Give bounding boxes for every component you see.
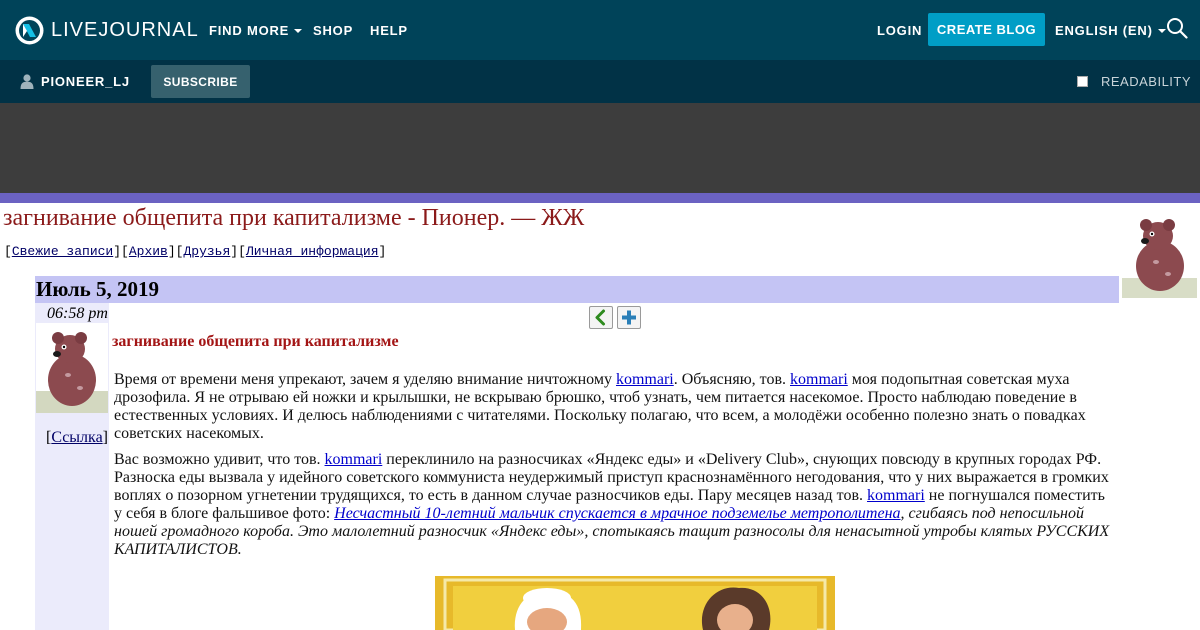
login-link[interactable]: LOGIN <box>877 0 922 60</box>
nav-find-more[interactable]: FIND MORE <box>209 0 303 60</box>
permalink: [Ссылка] <box>46 429 108 446</box>
previous-entry-button[interactable] <box>589 306 613 329</box>
journal-header-stripe <box>0 193 1200 203</box>
user-link-kommari[interactable]: kommari <box>325 451 383 468</box>
nav-help-label: HELP <box>370 22 408 38</box>
nav-link-recent[interactable]: Свежие записи <box>12 244 113 259</box>
post-time: 06:58 pm <box>47 305 108 322</box>
nav-shop[interactable]: SHOP <box>313 0 353 60</box>
journal-navigation: [Свежие записи][Архив][Друзья][Личная ин… <box>4 244 387 259</box>
post-paragraph-1: Время от времени меня упрекают, зачем я … <box>114 371 1116 443</box>
nav-find-more-label: FIND MORE <box>209 22 290 38</box>
post-paragraph-2: Вас возможно удивит, что тов. kommari пе… <box>114 451 1116 559</box>
post-date: Июль 5, 2019 <box>36 277 159 301</box>
text-run: Вас возможно удивит, что тов. <box>114 451 325 468</box>
readability-checkbox[interactable] <box>1077 76 1088 87</box>
user-link-kommari[interactable]: kommari <box>790 371 848 388</box>
permalink-link[interactable]: Ссылка <box>51 429 102 446</box>
nav-help[interactable]: HELP <box>370 0 408 60</box>
nav-link-profile[interactable]: Личная информация <box>246 244 379 259</box>
user-icon <box>20 74 34 89</box>
plus-icon <box>622 310 636 325</box>
nav-link-archive[interactable]: Архив <box>129 244 168 259</box>
text-run: Время от времени меня упрекают, зачем я … <box>114 371 616 388</box>
journal-userpic[interactable] <box>1122 214 1197 298</box>
livejournal-logo-icon <box>15 16 44 44</box>
journal-username: PIONEER_LJ <box>41 74 130 89</box>
date-header <box>35 276 1119 303</box>
top-navigation-bar: LIVEJOURNAL FIND MORE SHOP HELP LOGIN CR… <box>0 0 1200 60</box>
user-link-kommari[interactable]: kommari <box>616 371 674 388</box>
chevron-down-icon <box>294 28 303 33</box>
journal-owner-link[interactable]: PIONEER_LJ <box>20 60 130 103</box>
post-image <box>435 576 835 630</box>
quoted-post-link[interactable]: Несчастный 10-летний мальчик спускается … <box>334 505 900 522</box>
readability-label: READABILITY <box>1101 74 1192 89</box>
user-link-kommari[interactable]: kommari <box>867 487 925 504</box>
add-to-memories-button[interactable] <box>617 306 641 329</box>
page-title: загнивание общепита при капитализме - Пи… <box>3 205 585 231</box>
ad-banner-area <box>0 103 1200 193</box>
language-selector[interactable]: ENGLISH (EN) <box>1055 0 1166 60</box>
login-label: LOGIN <box>877 22 923 38</box>
create-blog-button[interactable]: CREATE BLOG <box>928 13 1045 46</box>
journal-toolbar: PIONEER_LJ SUBSCRIBE READABILITY <box>0 60 1200 103</box>
logo-text: LIVEJOURNAL <box>51 19 199 41</box>
post-userpic[interactable] <box>36 323 108 413</box>
search-icon[interactable] <box>1166 17 1188 39</box>
arrow-left-icon <box>595 309 605 326</box>
text-run: . Объясняю, тов. <box>673 371 790 388</box>
subscribe-button[interactable]: SUBSCRIBE <box>151 65 250 98</box>
chevron-down-icon <box>1157 28 1166 33</box>
readability-toggle[interactable]: READABILITY <box>1077 60 1191 103</box>
nav-link-friends[interactable]: Друзья <box>183 244 230 259</box>
nav-shop-label: SHOP <box>313 22 354 38</box>
livejournal-logo[interactable]: LIVEJOURNAL <box>15 15 199 45</box>
post-subject: загнивание общепита при капитализме <box>112 333 399 350</box>
language-label: ENGLISH (EN) <box>1055 22 1153 38</box>
